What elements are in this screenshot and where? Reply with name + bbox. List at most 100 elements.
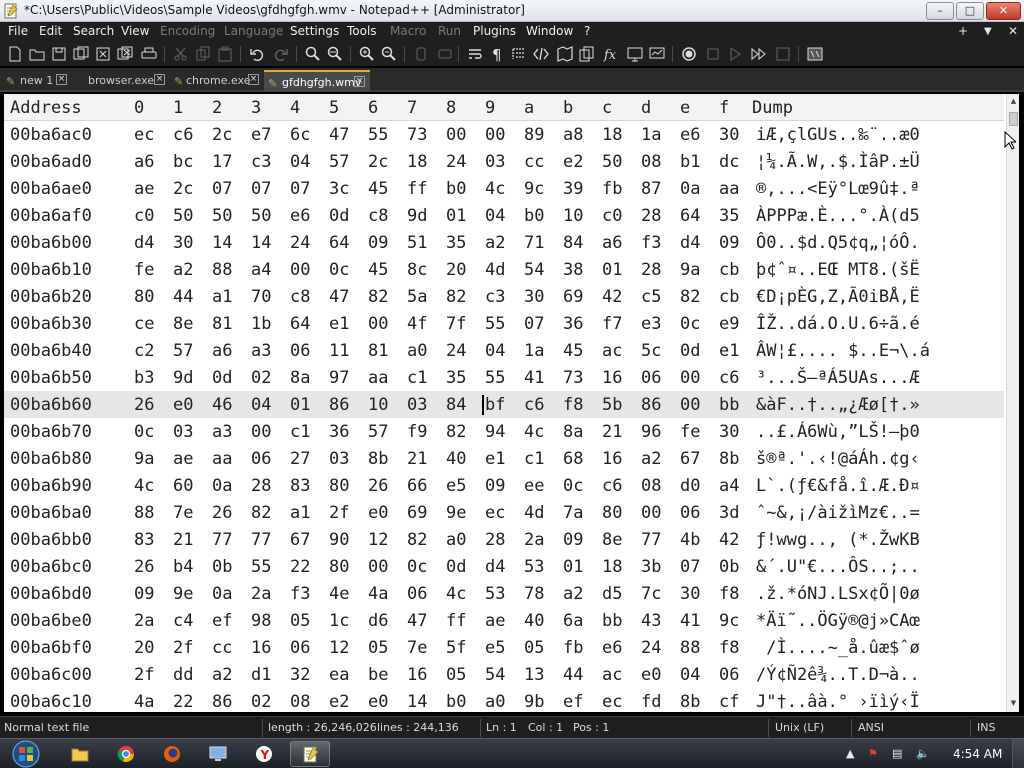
hex-byte[interactable]: ac [602,341,622,361]
hex-row[interactable]: 00ba6b40 c2 57 a6 a3 06 11 81 a0 24 04 1a 45 ac 5c 0d e1… [4,337,1004,364]
print-icon[interactable] [140,45,158,63]
hex-byte[interactable]: 14 [251,233,271,253]
hex-byte[interactable]: 16 [602,449,622,469]
hex-byte[interactable]: 14 [212,233,232,253]
hex-byte[interactable]: 9e [173,584,193,604]
hex-byte[interactable]: 16 [251,638,271,658]
hex-byte[interactable]: a3 [251,341,271,361]
row-dump[interactable]: .ž.*óNJ.LSx¢Õ|0ø [756,584,920,604]
hex-byte[interactable]: cb [719,260,739,280]
hex-byte[interactable]: e1 [329,314,349,334]
hex-byte[interactable]: cc [524,152,544,172]
menu-macro[interactable]: Macro [390,24,426,38]
hex-byte[interactable]: 50 [173,206,193,226]
hex-byte[interactable]: 01 [446,206,466,226]
hex-byte[interactable]: 12 [368,530,388,550]
hex-byte[interactable]: 45 [563,341,583,361]
hex-byte[interactable]: c4 [173,611,193,631]
hex-byte[interactable]: fd [641,692,661,712]
close-all-icon[interactable] [116,45,134,63]
hex-byte[interactable]: 4d [524,503,544,523]
hex-byte[interactable]: 4d [485,260,505,280]
row-dump[interactable]: /Ì....~_å.ûæ$ˆø [756,638,920,658]
hex-byte[interactable]: 42 [602,287,622,307]
hex-byte[interactable]: 57 [329,152,349,172]
hex-byte[interactable]: 1a [524,341,544,361]
hex-byte[interactable]: ef [563,692,583,712]
hex-byte[interactable]: 07 [290,179,310,199]
find-icon[interactable] [304,45,322,63]
sync-vertical-icon[interactable] [412,45,430,63]
hex-byte[interactable]: 0c [329,260,349,280]
tab-close-icon[interactable]: × [154,74,165,85]
hex-byte[interactable]: 04 [485,206,505,226]
hex-byte[interactable]: 54 [485,665,505,685]
status-eol-format[interactable]: Unix (LF) [775,721,824,734]
hex-byte[interactable]: ae [173,449,193,469]
tray-flag-icon[interactable]: ⚑ [868,747,878,760]
hex-byte[interactable]: 88 [134,503,154,523]
taskbar-remote-desktop[interactable] [198,741,238,767]
folder-as-workspace-icon[interactable] [626,45,644,63]
hex-byte[interactable]: a2 [485,233,505,253]
hex-byte[interactable]: 0c [407,557,427,577]
hex-byte[interactable]: 00 [368,314,388,334]
hex-byte[interactable]: b1 [680,152,700,172]
hex-byte[interactable]: e6 [602,638,622,658]
hex-byte[interactable]: 09 [134,584,154,604]
hex-byte[interactable]: 84 [446,395,466,415]
hex-byte[interactable]: 08 [290,692,310,712]
hex-row[interactable]: 00ba6c00 2f dd a2 d1 32 ea be 16 05 54 13 44 ac e0 04 06… [4,661,1004,688]
hex-byte[interactable]: a4 [251,260,271,280]
menu-file[interactable]: File [8,24,28,38]
hex-byte[interactable]: 01 [602,260,622,280]
hex-byte[interactable]: 86 [212,692,232,712]
undo-icon[interactable] [248,45,266,63]
hex-byte[interactable]: 03 [173,422,193,442]
hex-byte[interactable]: c8 [368,206,388,226]
hex-byte[interactable]: 17 [212,152,232,172]
redo-icon[interactable] [272,45,290,63]
hex-byte[interactable]: 2a [251,584,271,604]
hex-byte[interactable]: 4c [134,476,154,496]
hex-byte[interactable]: 47 [329,287,349,307]
hex-byte[interactable]: e7 [251,125,271,145]
row-dump[interactable]: þ¢ˆ¤..EŒ MT8.(šË [756,260,920,280]
hex-byte[interactable]: 06 [290,638,310,658]
hex-byte[interactable]: d0 [680,476,700,496]
hex-byte[interactable]: 80 [329,476,349,496]
hex-byte[interactable]: 80 [602,503,622,523]
hex-byte[interactable]: 2c [368,152,388,172]
stop-macro-icon[interactable] [704,45,722,63]
hex-byte[interactable]: 10 [563,206,583,226]
hex-byte[interactable]: c1 [290,422,310,442]
menu-help[interactable]: ? [584,24,590,38]
hex-byte[interactable]: 03 [407,395,427,415]
hex-byte[interactable]: ec [602,692,622,712]
hex-byte[interactable]: e2 [329,692,349,712]
hex-byte[interactable]: a2 [563,584,583,604]
hex-byte[interactable]: 5a [407,287,427,307]
row-dump[interactable]: ³...Š—ªÁ5UAs...Æ [756,368,920,388]
show-all-characters-icon[interactable]: ¶ [488,45,506,64]
hex-byte[interactable]: cf [719,692,739,712]
hex-byte[interactable]: 24 [446,152,466,172]
play-macro-icon[interactable] [726,45,744,63]
row-dump[interactable]: J"†..âà.° ›ïìý‹Ï [756,692,920,712]
hex-byte[interactable]: 26 [368,476,388,496]
hex-byte[interactable]: 0c [134,422,154,442]
replace-icon[interactable] [326,45,344,63]
hex-byte[interactable]: fe [680,422,700,442]
hex-byte[interactable]: 04 [680,665,700,685]
taskbar-yandex[interactable]: Y [244,741,284,767]
hex-byte[interactable]: 04 [485,341,505,361]
close-file-icon[interactable] [94,45,112,63]
hex-byte[interactable]: 14 [407,692,427,712]
hex-byte[interactable]: 05 [446,665,466,685]
hex-byte[interactable]: 47 [407,611,427,631]
hex-byte[interactable]: 88 [212,260,232,280]
row-dump[interactable]: ÎŽ..dá.O.U.6÷ã.é [756,314,920,334]
hex-byte[interactable]: 45 [368,179,388,199]
scroll-thumb[interactable] [1009,112,1018,126]
hex-byte[interactable]: 09 [485,476,505,496]
